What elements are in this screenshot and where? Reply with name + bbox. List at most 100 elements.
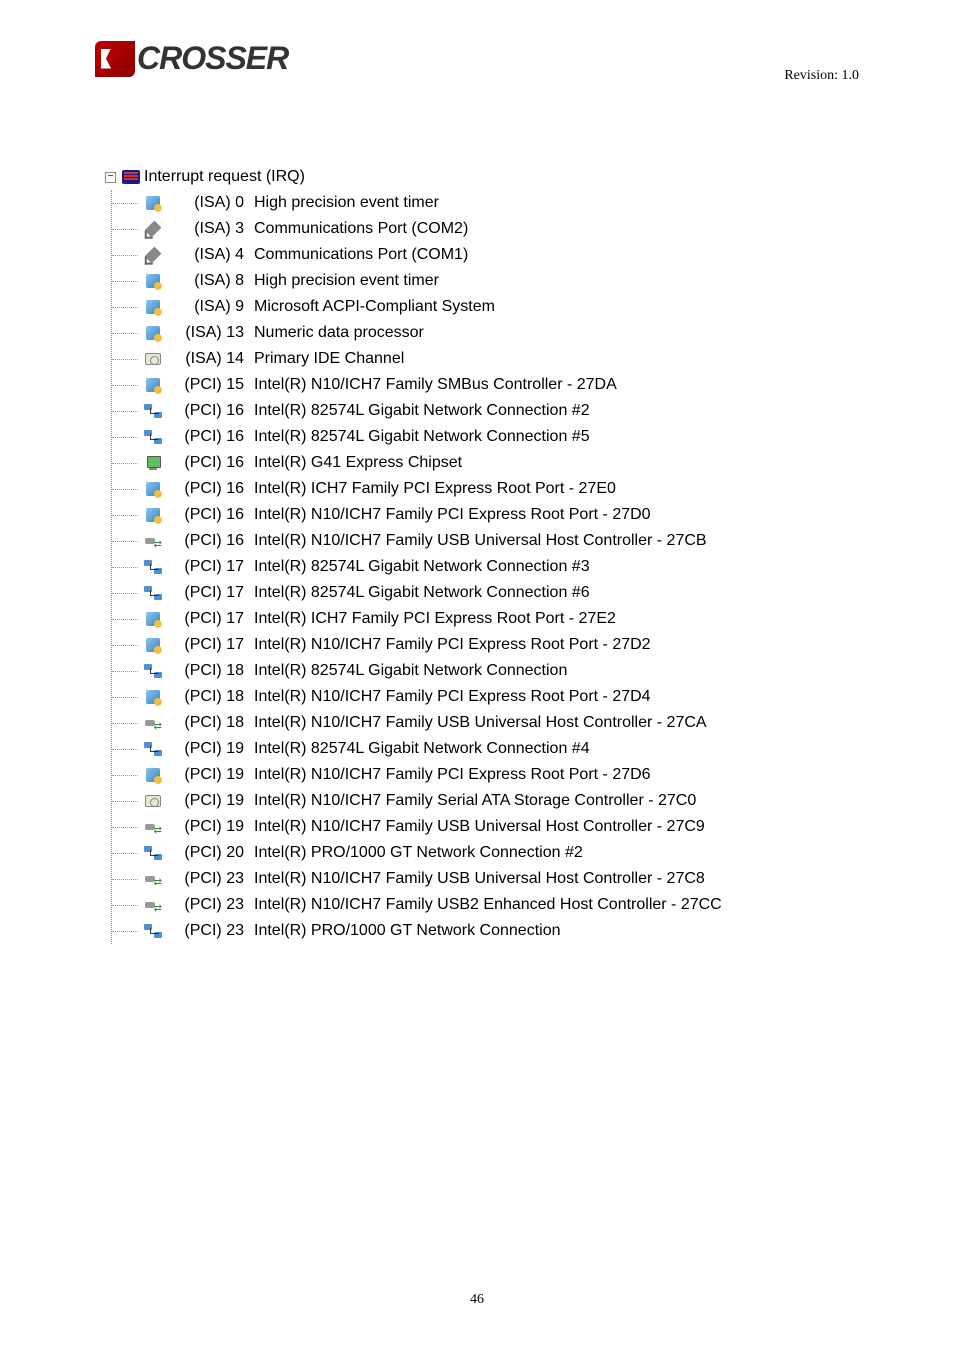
- tree-item[interactable]: (PCI) 16 Intel(R) 82574L Gigabit Network …: [112, 398, 954, 424]
- tree-item[interactable]: (PCI) 17Intel(R) 82574L Gigabit Network …: [112, 580, 954, 606]
- brand-logo-icon: [95, 41, 135, 77]
- tree-item[interactable]: (ISA) 13Numeric data processor: [112, 320, 954, 346]
- device-description: Intel(R) PRO/1000 GT Network Connection: [254, 918, 561, 944]
- device-description: Intel(R) G41 Express Chipset: [254, 450, 462, 476]
- chip-icon: [144, 506, 162, 524]
- network-icon: [144, 740, 162, 758]
- brand-text: CROSSER: [137, 40, 288, 77]
- tree-item[interactable]: (PCI) 18 Intel(R) N10/ICH7 Family USB Uni…: [112, 710, 954, 736]
- irq-label: (PCI) 15: [168, 372, 244, 398]
- port-icon: [144, 246, 162, 264]
- irq-label: (PCI) 16: [168, 450, 244, 476]
- tree-item[interactable]: (PCI) 18Intel(R) N10/ICH7 Family PCI Exp…: [112, 684, 954, 710]
- chip-icon: [144, 376, 162, 394]
- irq-label: (PCI) 23: [168, 918, 244, 944]
- network-icon: [144, 922, 162, 940]
- irq-label: (PCI) 19: [168, 736, 244, 762]
- page-number: 46: [0, 1292, 954, 1308]
- brand-logo: CROSSER: [95, 40, 288, 77]
- chip-icon: [144, 272, 162, 290]
- device-description: Intel(R) N10/ICH7 Family USB Universal H…: [254, 814, 705, 840]
- tree-item[interactable]: (PCI) 16Intel(R) 82574L Gigabit Network …: [112, 424, 954, 450]
- irq-label: (PCI) 18: [168, 710, 244, 736]
- tree-item[interactable]: (ISA) 14Primary IDE Channel: [112, 346, 954, 372]
- device-description: Intel(R) 82574L Gigabit Network Connecti…: [254, 580, 590, 606]
- network-icon: [144, 558, 162, 576]
- irq-label: (ISA) 13: [168, 320, 244, 346]
- tree-item[interactable]: (PCI) 16Intel(R) N10/ICH7 Family USB Uni…: [112, 528, 954, 554]
- tree-children: (ISA) 0High precision event timer(ISA) 3…: [111, 190, 954, 944]
- device-description: Intel(R) ICH7 Family PCI Express Root Po…: [254, 476, 616, 502]
- tree-item[interactable]: (PCI) 23Intel(R) N10/ICH7 Family USB Uni…: [112, 866, 954, 892]
- tree-item[interactable]: (PCI) 17Intel(R) 82574L Gigabit Network …: [112, 554, 954, 580]
- usb-icon: [144, 818, 162, 836]
- chip-icon: [144, 610, 162, 628]
- irq-label: (PCI) 23: [168, 866, 244, 892]
- device-description: Intel(R) 82574L Gigabit Network Connecti…: [254, 736, 590, 762]
- irq-label: (PCI) 16: [168, 398, 244, 424]
- tree-item[interactable]: (PCI) 20 Intel(R) PRO/1000 GT Network Con…: [112, 840, 954, 866]
- device-description: Intel(R) N10/ICH7 Family USB Universal H…: [254, 528, 707, 554]
- network-icon: [144, 428, 162, 446]
- collapse-icon[interactable]: −: [105, 172, 116, 183]
- irq-label: (ISA) 8: [168, 268, 244, 294]
- tree-item[interactable]: (PCI) 16Intel(R) N10/ICH7 Family PCI Exp…: [112, 502, 954, 528]
- tree-item[interactable]: (PCI) 23Intel(R) N10/ICH7 Family USB2 En…: [112, 892, 954, 918]
- tree-item[interactable]: (PCI) 23 Intel(R) PRO/1000 GT Network Con…: [112, 918, 954, 944]
- tree-item[interactable]: (PCI) 19 Intel(R) N10/ICH7 Family PCI Exp…: [112, 762, 954, 788]
- device-description: Intel(R) N10/ICH7 Family PCI Express Roo…: [254, 762, 651, 788]
- usb-icon: [144, 896, 162, 914]
- tree-item[interactable]: (ISA) 0 High precision event timer: [112, 190, 954, 216]
- irq-label: (PCI) 17: [168, 632, 244, 658]
- device-description: Intel(R) 82574L Gigabit Network Connecti…: [254, 398, 590, 424]
- port-icon: [144, 220, 162, 238]
- irq-label: (ISA) 14: [168, 346, 244, 372]
- tree-item[interactable]: (PCI) 16 Intel(R) G41 Express Chipset: [112, 450, 954, 476]
- device-description: High precision event timer: [254, 268, 439, 294]
- device-tree: − Interrupt request (IRQ) (ISA) 0 High pr…: [105, 164, 954, 944]
- chip-icon: [144, 298, 162, 316]
- tree-item[interactable]: (ISA) 4Communications Port (COM1): [112, 242, 954, 268]
- irq-label: (PCI) 19: [168, 762, 244, 788]
- tree-item[interactable]: (ISA) 3Communications Port (COM2): [112, 216, 954, 242]
- irq-label: (ISA) 0: [168, 190, 244, 216]
- usb-icon: [144, 714, 162, 732]
- tree-item[interactable]: (PCI) 19Intel(R) N10/ICH7 Family Serial …: [112, 788, 954, 814]
- network-icon: [144, 844, 162, 862]
- chip-icon: [144, 324, 162, 342]
- usb-icon: [144, 532, 162, 550]
- tree-root-node[interactable]: − Interrupt request (IRQ): [105, 164, 954, 190]
- tree-item[interactable]: (PCI) 18Intel(R) 82574L Gigabit Network …: [112, 658, 954, 684]
- chip-icon: [144, 688, 162, 706]
- tree-item[interactable]: (PCI) 17Intel(R) N10/ICH7 Family PCI Exp…: [112, 632, 954, 658]
- tree-item[interactable]: (PCI) 17Intel(R) ICH7 Family PCI Express…: [112, 606, 954, 632]
- irq-label: (PCI) 18: [168, 658, 244, 684]
- irq-label: (PCI) 20: [168, 840, 244, 866]
- tree-root-label: Interrupt request (IRQ): [144, 164, 305, 190]
- device-description: Intel(R) PRO/1000 GT Network Connection …: [254, 840, 583, 866]
- tree-item[interactable]: (PCI) 15 Intel(R) N10/ICH7 Family SMBus C…: [112, 372, 954, 398]
- tree-item[interactable]: (PCI) 16 Intel(R) ICH7 Family PCI Express…: [112, 476, 954, 502]
- chip-icon: [144, 766, 162, 784]
- tree-item[interactable]: (PCI) 19 Intel(R) 82574L Gigabit Network …: [112, 736, 954, 762]
- device-description: Intel(R) N10/ICH7 Family USB2 Enhanced H…: [254, 892, 722, 918]
- tree-item[interactable]: (PCI) 19Intel(R) N10/ICH7 Family USB Uni…: [112, 814, 954, 840]
- device-description: Microsoft ACPI-Compliant System: [254, 294, 495, 320]
- network-icon: [144, 402, 162, 420]
- disk-icon: [144, 792, 162, 810]
- document-header: CROSSER Revision: 1.0: [0, 0, 954, 84]
- irq-label: (PCI) 16: [168, 424, 244, 450]
- display-icon: [144, 454, 162, 472]
- tree-item[interactable]: (ISA) 8 High precision event timer: [112, 268, 954, 294]
- irq-label: (PCI) 17: [168, 606, 244, 632]
- irq-label: (PCI) 18: [168, 684, 244, 710]
- usb-icon: [144, 870, 162, 888]
- device-description: Intel(R) 82574L Gigabit Network Connecti…: [254, 554, 590, 580]
- device-description: High precision event timer: [254, 190, 439, 216]
- device-description: Intel(R) N10/ICH7 Family USB Universal H…: [254, 710, 707, 736]
- irq-label: (PCI) 16: [168, 502, 244, 528]
- tree-item[interactable]: (ISA) 9Microsoft ACPI-Compliant System: [112, 294, 954, 320]
- irq-label: (PCI) 16: [168, 476, 244, 502]
- revision-label: Revision: 1.0: [784, 68, 859, 84]
- device-description: Intel(R) N10/ICH7 Family SMBus Controlle…: [254, 372, 617, 398]
